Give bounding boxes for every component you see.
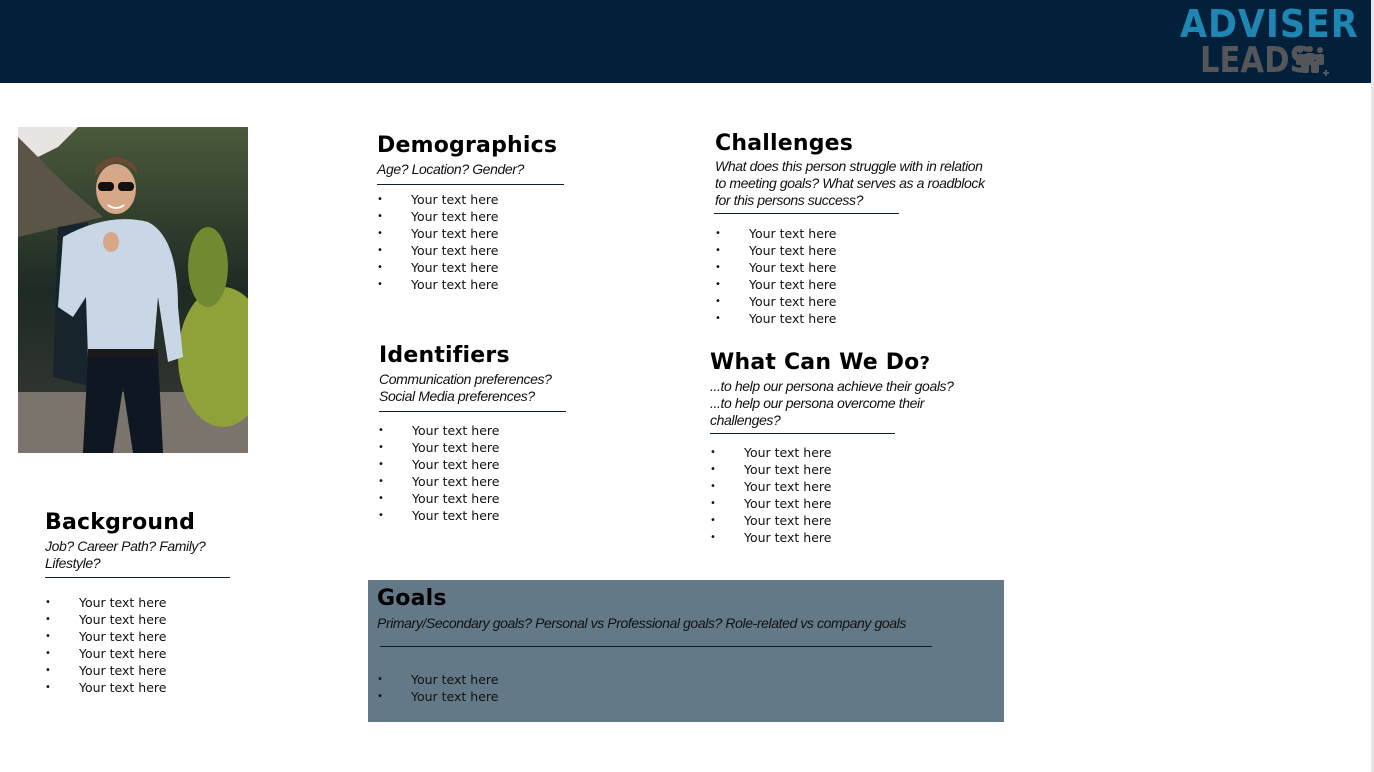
list-item: • Your text here	[377, 689, 499, 704]
list-item: • Your text here	[715, 243, 837, 258]
background-section: Background Job? Career Path? Family? Lif…	[45, 510, 245, 696]
list-item: • Your text here	[710, 513, 832, 528]
list-item: • Your text here	[710, 530, 832, 545]
background-subtitle-line: Job? Career Path? Family?	[45, 538, 206, 554]
demographics-divider	[377, 184, 564, 185]
list-item: • Your text here	[377, 192, 499, 207]
list-item: • Your text here	[45, 646, 167, 661]
goals-panel: Goals Primary/Secondary goals? Personal …	[368, 580, 1004, 722]
list-item: • Your text here	[45, 680, 167, 695]
goals-section: Goals Primary/Secondary goals? Personal …	[377, 586, 997, 705]
list-item: • Your text here	[378, 423, 500, 438]
list-item: • Your text here	[710, 462, 832, 477]
logo-line1: ADVISER	[1180, 2, 1359, 46]
demographics-list: • Your text here • Your text here • Your te…	[377, 191, 577, 293]
identifiers-section: Identifiers Communication preferences? S…	[378, 343, 579, 524]
what-can-we-do-divider	[710, 433, 895, 434]
list-item: • Your text here	[378, 474, 500, 489]
challenges-subtitle-line: to meeting goals? What serves as a roadb…	[715, 175, 985, 191]
header-bar	[0, 0, 1371, 83]
goals-subtitle: Primary/Secondary goals? Personal vs Pro…	[377, 615, 906, 631]
identifiers-list: • Your text here • Your text here • Your te…	[378, 422, 579, 524]
list-item: • Your text here	[715, 226, 837, 241]
what-can-we-do-subtitle-line: ...to help our persona achieve their goa…	[710, 378, 954, 394]
list-item: • Your text here	[45, 595, 167, 610]
demographics-subtitle: Age? Location? Gender?	[377, 161, 524, 177]
identifiers-subtitle-line: Social Media preferences?	[379, 388, 535, 404]
background-divider	[45, 577, 230, 578]
list-item: • Your text here	[377, 209, 499, 224]
what-can-we-do-subtitle-line: ...to help our persona overcome their	[710, 395, 924, 411]
demographics-section: Demographics Age? Location? Gender? • You…	[377, 133, 577, 293]
what-can-we-do-subtitle-line: challenges?	[710, 412, 781, 428]
background-subtitle-line: Lifestyle?	[45, 555, 101, 571]
challenges-section: Challenges What does this person struggl…	[714, 131, 1015, 327]
what-can-we-do-title: What Can We Do?	[710, 350, 931, 375]
background-list: • Your text here • Your text here • Your te…	[45, 594, 245, 696]
challenges-list: • Your text here • Your text here • Your te…	[715, 225, 1015, 327]
people-group-icon	[1296, 46, 1329, 76]
list-item: • Your text here	[378, 440, 500, 455]
demographics-title: Demographics	[377, 133, 558, 158]
list-item: • Your text here	[715, 277, 837, 292]
list-item: • Your text here	[377, 226, 499, 241]
list-item: • Your text here	[715, 294, 837, 309]
list-item: • Your text here	[378, 491, 500, 506]
persona-photo	[18, 127, 248, 453]
list-item: • Your text here	[715, 260, 837, 275]
list-item: • Your text here	[710, 479, 832, 494]
list-item: • Your text here	[377, 243, 499, 258]
what-can-we-do-section: What Can We Do? ...to help our persona a…	[710, 350, 1010, 546]
list-item: • Your text here	[710, 496, 832, 511]
identifiers-subtitle-line: Communication preferences?	[379, 371, 552, 387]
list-item: • Your text here	[715, 311, 837, 326]
list-item: • Your text here	[378, 508, 500, 523]
list-item: • Your text here	[45, 629, 167, 644]
persona-photo-illustration	[18, 127, 248, 453]
list-item: • Your text here	[377, 277, 499, 292]
goals-list: • Your text here • Your text here	[377, 671, 997, 705]
adviser-leads-logo: ADVISER LEADS	[1178, 3, 1358, 81]
challenges-subtitle-line: What does this person struggle with in r…	[715, 158, 983, 174]
identifiers-title: Identifiers	[379, 343, 510, 368]
challenges-title: Challenges	[715, 131, 854, 156]
identifiers-divider	[379, 411, 566, 412]
goals-title: Goals	[377, 586, 447, 611]
challenges-divider	[714, 213, 899, 214]
background-title: Background	[45, 510, 196, 535]
list-item: • Your text here	[377, 672, 499, 687]
challenges-subtitle-line: for this persons success?	[715, 192, 863, 208]
list-item: • Your text here	[378, 457, 500, 472]
list-item: • Your text here	[377, 260, 499, 275]
what-can-we-do-list: • Your text here • Your text here • Your te…	[710, 444, 1010, 546]
list-item: • Your text here	[45, 612, 167, 627]
goals-divider	[380, 646, 932, 647]
list-item: • Your text here	[710, 445, 832, 460]
list-item: • Your text here	[45, 663, 167, 678]
